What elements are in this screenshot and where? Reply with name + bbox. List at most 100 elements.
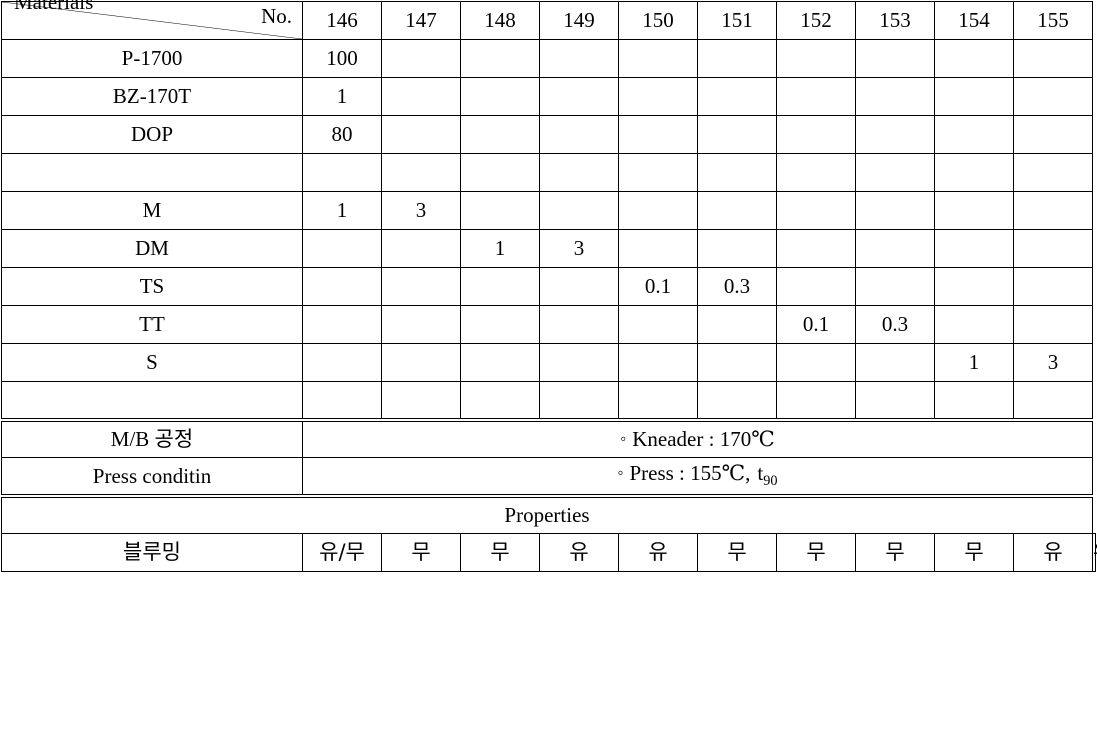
property-value-148: 유 — [539, 533, 619, 572]
cell-ts-146 — [302, 267, 382, 306]
cell-dop-154 — [934, 115, 1014, 154]
table-row-spacer — [1, 381, 1096, 420]
cell-s-149 — [539, 343, 619, 382]
cell-dm-151 — [697, 229, 777, 268]
cell-tt-153: 0.3 — [855, 305, 935, 344]
cell-p1700-147 — [381, 39, 461, 78]
cell-spacer2-148 — [460, 381, 540, 420]
cell-tt-149 — [539, 305, 619, 344]
properties-title: Properties — [1, 495, 1093, 534]
cell-m-150 — [618, 191, 698, 230]
cell-bz170t-148 — [460, 77, 540, 116]
cell-dm-148: 1 — [460, 229, 540, 268]
cell-p1700-153 — [855, 39, 935, 78]
cell-dm-150 — [618, 229, 698, 268]
cell-ts-148 — [460, 267, 540, 306]
cell-tt-151 — [697, 305, 777, 344]
formulation-table: No. Materials 146 147 148 149 150 151 15… — [1, 0, 1097, 572]
cell-bz170t-152 — [776, 77, 856, 116]
process-value-kneader-text: Kneader : 170℃ — [632, 427, 775, 452]
cell-spacer1-155 — [1013, 153, 1093, 192]
process-row-press: Press conditin ◦ Press : 155℃, t90 — [1, 457, 1096, 498]
cell-dop-149 — [539, 115, 619, 154]
process-label-mb: M/B 공정 — [1, 417, 303, 458]
header-no-label: No. — [261, 4, 292, 28]
cell-ts-153 — [855, 267, 935, 306]
process-value-kneader: ◦ Kneader : 170℃ — [302, 417, 1093, 458]
cell-spacer1-146 — [302, 153, 382, 192]
row-label-dm: DM — [1, 229, 303, 268]
cell-spacer1-151 — [697, 153, 777, 192]
table-row: DOP 80 — [1, 115, 1096, 154]
cell-m-152 — [776, 191, 856, 230]
cell-s-147 — [381, 343, 461, 382]
bullet-icon: ◦ — [620, 428, 627, 448]
table-row: BZ-170T 1 — [1, 77, 1096, 116]
cell-spacer1-147 — [381, 153, 461, 192]
cell-bz170t-146: 1 — [302, 77, 382, 116]
process-value-press-text: Press : 155℃, — [629, 461, 751, 486]
table-row: S 1 3 — [1, 343, 1096, 382]
cell-p1700-148 — [460, 39, 540, 78]
property-value-152: 무 — [855, 533, 935, 572]
cell-dm-154 — [934, 229, 1014, 268]
properties-title-row: Properties — [1, 495, 1096, 534]
cell-bz170t-155 — [1013, 77, 1093, 116]
cell-dm-147 — [381, 229, 461, 268]
cell-bz170t-153 — [855, 77, 935, 116]
cell-ts-149 — [539, 267, 619, 306]
cell-ts-152 — [776, 267, 856, 306]
cell-p1700-150 — [618, 39, 698, 78]
cell-dop-148 — [460, 115, 540, 154]
property-value-147: 무 — [460, 533, 540, 572]
cell-spacer2-154 — [934, 381, 1014, 420]
cell-m-154 — [934, 191, 1014, 230]
property-sublabel-yu-mu: 유/무 — [302, 533, 382, 572]
cell-p1700-152 — [776, 39, 856, 78]
property-value-155: 유 — [1092, 533, 1097, 572]
cell-spacer2-153 — [855, 381, 935, 420]
cell-p1700-149 — [539, 39, 619, 78]
cell-dm-146 — [302, 229, 382, 268]
cell-spacer2-152 — [776, 381, 856, 420]
cell-m-146: 1 — [302, 191, 382, 230]
bullet-icon: ◦ — [617, 462, 624, 482]
cell-m-153 — [855, 191, 935, 230]
cell-dop-153 — [855, 115, 935, 154]
column-header-152: 152 — [776, 1, 856, 40]
table-row: P-1700 100 — [1, 39, 1096, 78]
cell-s-146 — [302, 343, 382, 382]
cell-m-155 — [1013, 191, 1093, 230]
row-label-m: M — [1, 191, 303, 230]
table-row-spacer — [1, 153, 1096, 192]
process-label-press: Press conditin — [1, 457, 303, 498]
property-value-153: 무 — [934, 533, 1014, 572]
cell-ts-151: 0.3 — [697, 267, 777, 306]
row-label-bz-170t: BZ-170T — [1, 77, 303, 116]
cell-dop-152 — [776, 115, 856, 154]
cell-s-150 — [618, 343, 698, 382]
cell-tt-152: 0.1 — [776, 305, 856, 344]
cell-spacer2-151 — [697, 381, 777, 420]
cell-p1700-151 — [697, 39, 777, 78]
cell-tt-155 — [1013, 305, 1093, 344]
cell-bz170t-150 — [618, 77, 698, 116]
press-time-subscript: 90 — [763, 473, 778, 490]
cell-s-155: 3 — [1013, 343, 1093, 382]
cell-tt-154 — [934, 305, 1014, 344]
cell-s-151 — [697, 343, 777, 382]
property-label-blooming: 블루밍 — [1, 533, 303, 572]
table-row: M 1 3 — [1, 191, 1096, 230]
cell-bz170t-151 — [697, 77, 777, 116]
cell-spacer1-150 — [618, 153, 698, 192]
cell-dm-155 — [1013, 229, 1093, 268]
property-value-146: 무 — [381, 533, 461, 572]
row-label-spacer-2 — [1, 381, 303, 420]
table-page: No. Materials 146 147 148 149 150 151 15… — [0, 0, 1097, 737]
cell-dm-152 — [776, 229, 856, 268]
cell-m-148 — [460, 191, 540, 230]
column-header-150: 150 — [618, 1, 698, 40]
cell-ts-150: 0.1 — [618, 267, 698, 306]
cell-spacer1-153 — [855, 153, 935, 192]
cell-p1700-154 — [934, 39, 1014, 78]
